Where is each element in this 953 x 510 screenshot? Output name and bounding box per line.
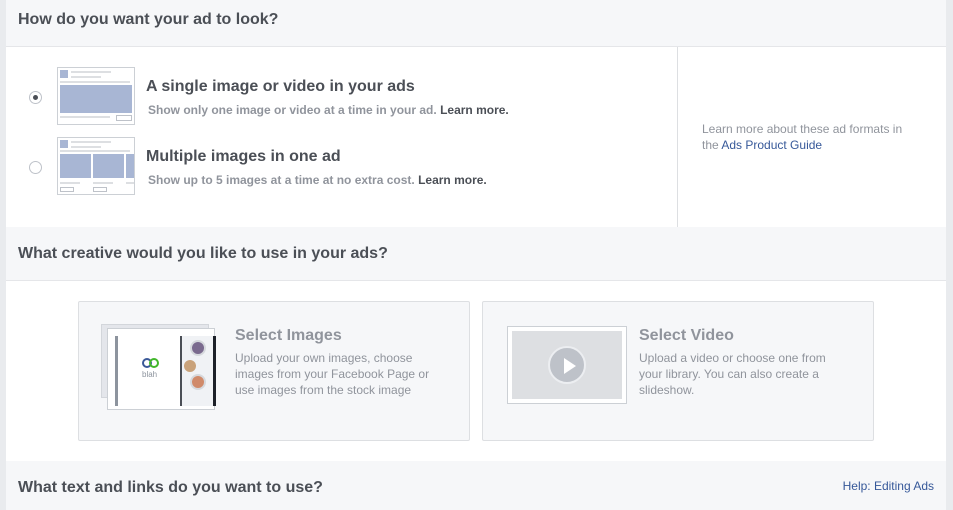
format-options: A single image or video in your ads Show… — [6, 47, 677, 227]
help-editing-ads-link[interactable]: Help: Editing Ads — [843, 479, 934, 493]
multiple-images-option-title[interactable]: Multiple images in one ad — [146, 148, 341, 166]
format-section-body: A single image or video in your ads Show… — [6, 47, 946, 227]
format-section-title: How do you want your ad to look? — [18, 11, 279, 28]
select-images-title: Select Images — [235, 327, 342, 344]
multiple-images-option-desc: Show up to 5 images at a time at no extr… — [148, 173, 487, 187]
ads-product-guide-link[interactable]: Ads Product Guide — [721, 138, 822, 152]
play-button-icon — [548, 346, 586, 384]
text-section-title: What text and links do you want to use? — [18, 479, 323, 496]
multiple-images-radio[interactable] — [29, 161, 42, 174]
select-images-desc: Upload your own images, choose images fr… — [235, 351, 430, 397]
single-image-thumbnail-icon — [57, 67, 135, 125]
carousel-thumbnail-icon — [57, 137, 135, 195]
single-image-option-desc: Show only one image or video at a time i… — [148, 103, 509, 117]
images-stack-icon: blah — [101, 324, 221, 414]
select-images-card[interactable]: blah Select Images Upload your own image… — [78, 301, 470, 441]
video-placeholder-icon — [507, 326, 627, 404]
creative-section-body: blah Select Images Upload your own image… — [6, 281, 946, 461]
single-image-radio[interactable] — [29, 91, 42, 104]
single-image-desc-text: Show only one image or video at a time i… — [148, 103, 437, 117]
select-video-desc: Upload a video or choose one from your l… — [639, 351, 826, 397]
single-image-option-title[interactable]: A single image or video in your ads — [146, 78, 415, 96]
creative-section-title: What creative would you like to use in y… — [18, 245, 388, 262]
blah-logo-text: blah — [142, 370, 158, 379]
multiple-images-desc-text: Show up to 5 images at a time at no extr… — [148, 173, 415, 187]
single-image-learn-more-link[interactable]: Learn more. — [440, 103, 509, 117]
multiple-images-learn-more-link[interactable]: Learn more. — [418, 173, 487, 187]
blah-logo-icon — [142, 358, 160, 368]
ad-formats-help-text: Learn more about these ad formats in the… — [702, 121, 922, 153]
text-section-header: What text and links do you want to use? … — [6, 461, 946, 510]
creative-section-header: What creative would you like to use in y… — [6, 227, 946, 281]
select-video-title: Select Video — [639, 327, 734, 344]
select-video-card[interactable]: Select Video Upload a video or choose on… — [482, 301, 874, 441]
format-section-header: How do you want your ad to look? — [6, 0, 946, 47]
format-side-panel: Learn more about these ad formats in the… — [678, 47, 946, 227]
